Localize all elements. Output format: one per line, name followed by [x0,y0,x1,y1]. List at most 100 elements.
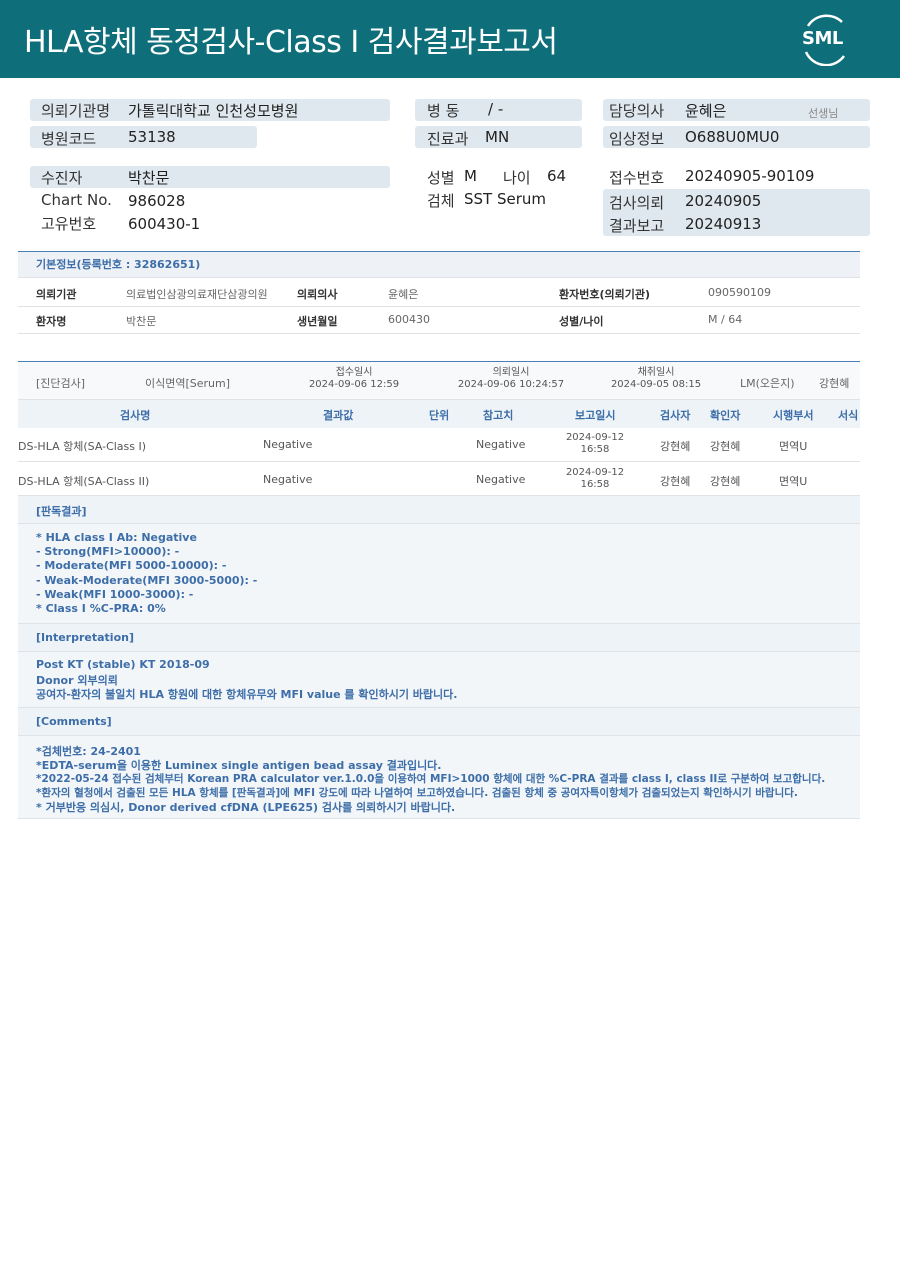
spec-value: SST Serum [464,190,547,208]
row1-result: Negative [263,438,313,451]
dx-tester: 강현혜 [819,377,850,390]
chart-label: Chart No. [41,191,112,209]
patient-value: 박찬문 [128,169,170,187]
code-label: 병원코드 [41,130,97,148]
dx-cat: [진단검사] [36,377,86,390]
rep-value: 20240913 [685,215,762,233]
interpretation-line: Post KT (stable) KT 2018-09 [36,658,210,671]
recv-label: 접수번호 [609,169,665,187]
req-value: 20240905 [685,192,762,210]
row2-date: 2024-09-12 [565,467,625,478]
basic-r2-l3: 성별/나이 [559,315,604,328]
dept-value: MN [485,128,510,146]
judgement-line: - Weak-Moderate(MFI 3000-5000): - [36,574,258,587]
row2-time: 16:58 [580,479,610,490]
comments-title: [Comments] [36,715,112,728]
row2-ref: Negative [476,473,526,486]
row2-result: Negative [263,473,313,486]
dx-type: 이식면역[Serum] [145,377,231,390]
th-dept: 시행부서 [773,409,814,422]
row2-checker: 강현혜 [710,475,741,488]
th-tester: 검사자 [660,409,691,422]
inst-label: 의뢰기관명 [41,102,111,120]
row1-dept: 면역U [779,440,808,453]
dx-req: 의뢰일시 2024-09-06 10:24:57 [442,367,580,391]
spec-label: 검체 [427,192,455,210]
code-value: 53138 [128,128,176,146]
recv-value: 20240905-90109 [685,167,815,185]
row1-tester: 강현혜 [660,440,691,453]
dx-recv-value: 2024-09-06 12:59 [308,379,400,390]
sex-value: M [464,167,477,185]
judgement-title: [판독결과] [36,505,87,518]
th-unit: 단위 [429,409,450,422]
uid-value: 600430-1 [128,215,201,233]
dx-req-value: 2024-09-06 10:24:57 [457,379,565,390]
row1-date-cell: 2024-09-12 16:58 [558,432,632,456]
row1-ref: Negative [476,438,526,451]
basic-r1-l2: 의뢰의사 [297,288,338,301]
dx-req-label: 의뢰일시 [492,367,530,378]
basic-r2-v1: 박찬문 [126,315,157,328]
basic-r2-l2: 생년월일 [297,315,338,328]
comments-head: [Comments] [18,708,860,736]
row2-name: DS-HLA 항체(SA-Class II) [18,475,150,488]
sml-logo: SML [798,12,852,67]
age-value: 64 [547,167,567,185]
dept-label: 진료과 [427,130,469,148]
clinical-label: 임상정보 [609,130,665,148]
table-row: DS-HLA 항체(SA-Class I) Negative Negative … [18,428,860,462]
uid-label: 고유번호 [41,215,97,233]
judgement-line: - Moderate(MFI 5000-10000): - [36,559,227,572]
basic-row-1: 의뢰기관 의료법인삼광의료재단삼광의원 의뢰의사 윤혜은 환자번호(의뢰기관) … [18,279,860,307]
dx-recv-label: 접수일시 [335,367,373,378]
basic-r2-v3: M / 64 [708,313,743,326]
ward-value: / - [488,100,504,118]
judgement-line: * HLA class I Ab: Negative [36,531,197,544]
basic-r1-v1: 의료법인삼광의료재단삼광의원 [126,288,268,301]
judgement-body: * HLA class I Ab: Negative - Strong(MFI>… [18,524,860,624]
clinical-value: O688U0MU0 [685,128,780,146]
doctor-suffix: 선생님 [808,107,839,120]
patient-bar [30,166,390,188]
th-form: 서식 [838,409,859,422]
judgement-line: - Strong(MFI>10000): - [36,545,180,558]
basic-r1-l3: 환자번호(의뢰기관) [559,288,651,301]
patient-label: 수진자 [41,169,83,187]
dx-row: [진단검사] 이식면역[Serum] 접수일시 2024-09-06 12:59… [18,362,860,400]
basic-r1-v3: 090590109 [708,286,771,299]
rep-label: 결과보고 [609,217,665,235]
th-date: 보고일시 [575,409,616,422]
table-row: DS-HLA 항체(SA-Class II) Negative Negative… [18,462,860,496]
row2-tester: 강현혜 [660,475,691,488]
doctor-label: 담당의사 [609,102,665,120]
inst-value: 가톨릭대학교 인천성모병원 [128,102,299,120]
basic-r1-v2: 윤혜은 [388,288,419,301]
row2-dept: 면역U [779,475,808,488]
dx-col: 채취일시 2024-09-05 08:15 [601,367,711,391]
dx-recv: 접수일시 2024-09-06 12:59 [299,367,409,391]
basic-r2-v2: 600430 [388,313,430,326]
comment-line: *환자의 혈청에서 검출된 모든 HLA 항체를 [판독결과]에 MFI 강도에… [36,787,798,799]
th-ref: 참고치 [483,409,514,422]
basic-r1-l1: 의뢰기관 [36,288,77,301]
interpretation-body: Post KT (stable) KT 2018-09 Donor 외부의뢰 공… [18,652,860,708]
basic-r2-l1: 환자명 [36,315,67,328]
judgement-line: - Weak(MFI 1000-3000): - [36,588,194,601]
th-result: 결과값 [323,409,354,422]
dx-col-label: 채취일시 [637,367,675,378]
judgement-line: * Class I %C-PRA: 0% [36,602,166,615]
comments-body: *검체번호: 24-2401 *EDTA-serum을 이용한 Luminex … [18,736,860,819]
chart-value: 986028 [128,192,186,210]
interpretation-title: [Interpretation] [36,631,134,644]
basic-row-2: 환자명 박찬문 생년월일 600430 성별/나이 M / 64 [18,307,860,334]
comment-line: * 거부반응 의심시, Donor derived cfDNA (LPE625)… [36,801,456,814]
row1-date: 2024-09-12 [565,432,625,443]
doctor-value: 윤혜은 [685,102,727,120]
report-header: HLA항체 동정검사-Class I 검사결과보고서 SML [0,0,900,78]
row1-name: DS-HLA 항체(SA-Class I) [18,440,147,453]
row2-date-cell: 2024-09-12 16:58 [558,467,632,491]
th-name: 검사명 [120,409,151,422]
sex-label: 성별 [427,169,455,187]
row1-checker: 강현혜 [710,440,741,453]
